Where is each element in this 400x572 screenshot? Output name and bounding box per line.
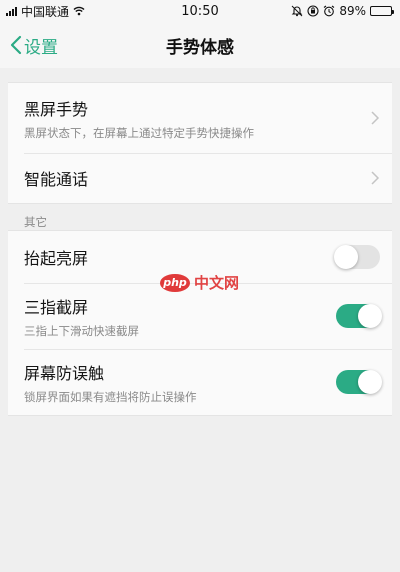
watermark-text: 中文网 [194, 274, 240, 292]
row-title: 智能通话 [24, 170, 89, 189]
back-button[interactable]: 设置 [10, 22, 58, 68]
accidental-touch-toggle[interactable] [336, 370, 382, 394]
raise-to-wake-toggle[interactable] [334, 245, 380, 269]
section-header-other: 其它 [24, 215, 47, 229]
lock-rotation-icon [307, 5, 319, 17]
watermark: php 中文网 [160, 272, 239, 293]
page-title: 手势体感 [166, 37, 234, 58]
list-item-smart-call[interactable]: 智能通话 [8, 153, 392, 203]
chevron-right-icon [371, 171, 380, 185]
alarm-icon [323, 5, 335, 17]
wifi-icon [73, 6, 85, 16]
bell-icon [291, 5, 303, 17]
three-finger-screenshot-toggle[interactable] [336, 304, 382, 328]
battery-percent: 89% [339, 4, 366, 18]
carrier-label: 中国联通 [21, 4, 70, 19]
list-item-accidental-touch: 屏幕防误触 锁屏界面如果有遮挡将防止误操作 [8, 349, 392, 415]
row-subtitle: 锁屏界面如果有遮挡将防止误操作 [24, 389, 197, 404]
row-title: 屏幕防误触 [24, 363, 105, 383]
other-group: 抬起亮屏 三指截屏 三指上下滑动快速截屏 屏幕防误触 锁屏界面如果有遮挡将防止误… [8, 230, 392, 416]
toggle-knob [334, 245, 358, 269]
row-subtitle: 黑屏状态下，在屏幕上通过特定手势快捷操作 [24, 125, 254, 140]
chevron-left-icon [10, 35, 22, 55]
chevron-right-icon [371, 111, 380, 125]
row-title: 抬起亮屏 [24, 249, 89, 268]
gesture-group: 黑屏手势 黑屏状态下，在屏幕上通过特定手势快捷操作 智能通话 [8, 82, 392, 204]
row-subtitle: 三指上下滑动快速截屏 [24, 323, 139, 338]
row-title: 黑屏手势 [24, 99, 89, 119]
signal-icon [6, 6, 17, 16]
list-item-black-screen-gesture[interactable]: 黑屏手势 黑屏状态下，在屏幕上通过特定手势快捷操作 [8, 83, 392, 153]
toggle-knob [358, 304, 382, 328]
watermark-logo: php [160, 273, 190, 292]
status-right: 89% [291, 4, 394, 18]
back-label: 设置 [24, 37, 58, 58]
status-left: 中国联通 [6, 3, 85, 20]
status-bar: 中国联通 10:50 89% [0, 0, 400, 22]
nav-bar: 设置 手势体感 [0, 22, 400, 68]
row-title: 三指截屏 [24, 297, 89, 317]
toggle-knob [358, 370, 382, 394]
battery-icon [370, 6, 394, 16]
